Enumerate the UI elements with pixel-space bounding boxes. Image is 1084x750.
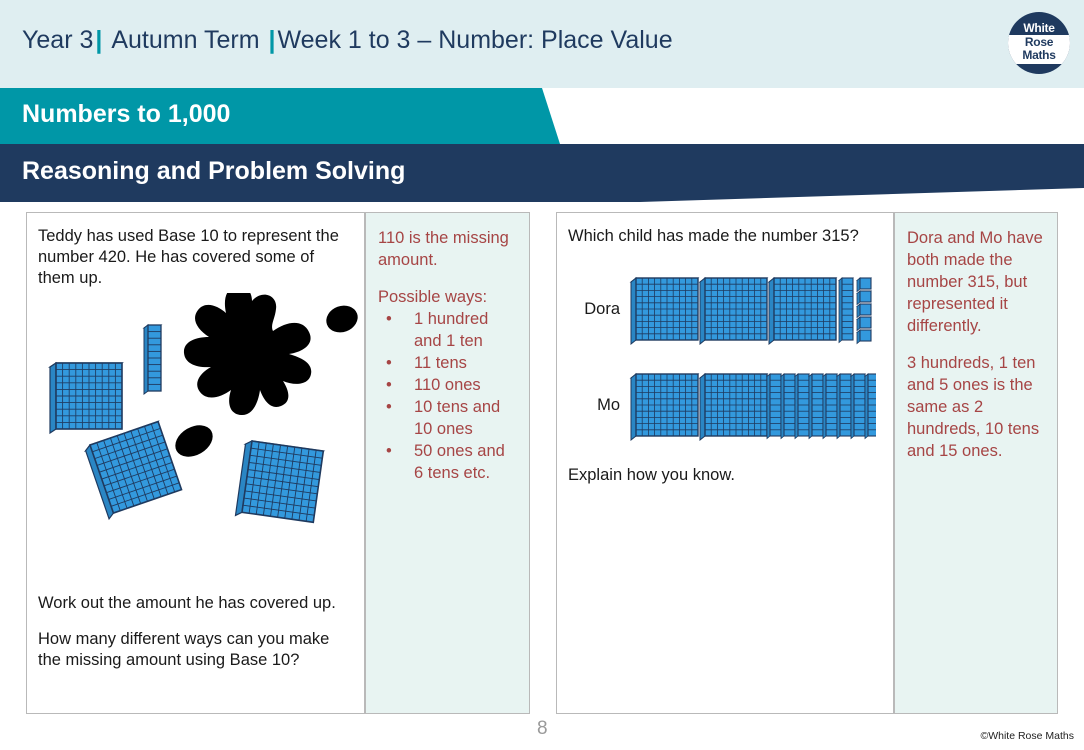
- answer-panel-1: 110 is the missing amount. Possible ways…: [365, 212, 530, 714]
- white-rose-maths-logo: White Rose Maths: [1008, 12, 1070, 74]
- hundred-block-rotated-left: [83, 420, 183, 521]
- header-band: Year 3| Autumn Term |Week 1 to 3 – Numbe…: [0, 0, 1084, 88]
- question-panel-1: Teddy has used Base 10 to represent the …: [26, 212, 365, 714]
- mo-label: Mo: [597, 395, 620, 414]
- hundred-block: [48, 361, 124, 435]
- question-2-intro: Which child has made the number 315?: [568, 227, 859, 245]
- header-term: Autumn Term: [111, 26, 260, 54]
- list-item: 50 ones and 6 tens etc.: [378, 440, 517, 484]
- base-ten-svg-teddy: [48, 285, 358, 524]
- base-ten-illustration-teddy: [38, 285, 358, 593]
- answer-1-heading: Possible ways:: [378, 288, 488, 306]
- header-year: Year 3: [22, 26, 94, 54]
- ten-rod-block: [142, 324, 163, 395]
- logo-line-white: White: [1023, 21, 1055, 35]
- list-item: 11 tens: [378, 352, 517, 374]
- topic-banner-label: Numbers to 1,000: [22, 100, 231, 128]
- answer-2-line-2: 3 hundreds, 1 ten and 5 ones is the same…: [907, 354, 1040, 460]
- dora-base-ten-diagram: [630, 277, 872, 345]
- dora-label: Dora: [584, 299, 620, 318]
- page-title: Year 3| Autumn Term |Week 1 to 3 – Numbe…: [22, 26, 673, 55]
- section-banner-label: Reasoning and Problem Solving: [22, 157, 406, 185]
- header-separator-2: |: [268, 26, 276, 54]
- question-2-prompt: Explain how you know.: [568, 466, 735, 484]
- dora-row: Dora: [568, 273, 881, 345]
- answer-panel-2: Dora and Mo have both made the number 31…: [894, 212, 1058, 714]
- question-1-intro: Teddy has used Base 10 to represent the …: [38, 227, 339, 287]
- topic-banner: Numbers to 1,000: [0, 88, 560, 144]
- question-1-prompt-1: Work out the amount he has covered up.: [38, 594, 336, 612]
- logo-white-band: Rose Maths: [1008, 35, 1070, 64]
- question-panel-2: Which child has made the number 315? Dor…: [556, 212, 894, 714]
- mo-row: Mo: [568, 369, 881, 441]
- answer-1-line-1: 110 is the missing amount.: [378, 229, 509, 269]
- header-week: Week 1 to 3 – Number: Place Value: [277, 26, 673, 54]
- answer-2-line-1: Dora and Mo have both made the number 31…: [907, 229, 1043, 335]
- header-separator-1: |: [95, 26, 103, 54]
- mo-base-ten-diagram: [630, 373, 876, 441]
- hundred-block-rotated-right: [234, 439, 326, 524]
- list-item: 1 hundred and 1 ten: [378, 308, 517, 352]
- section-banner: Reasoning and Problem Solving: [0, 144, 1084, 202]
- list-item: 110 ones: [378, 374, 517, 396]
- question-1-prompt-2: How many different ways can you make the…: [38, 630, 330, 669]
- copyright-notice: ©White Rose Maths: [980, 730, 1074, 742]
- list-item: 10 tens and 10 ones: [378, 396, 517, 440]
- page-number: 8: [537, 718, 548, 739]
- answer-1-ways-list: 1 hundred and 1 ten 11 tens 110 ones 10 …: [378, 308, 517, 484]
- logo-line-maths: Maths: [1022, 48, 1056, 62]
- ink-splat-icon: [175, 285, 358, 457]
